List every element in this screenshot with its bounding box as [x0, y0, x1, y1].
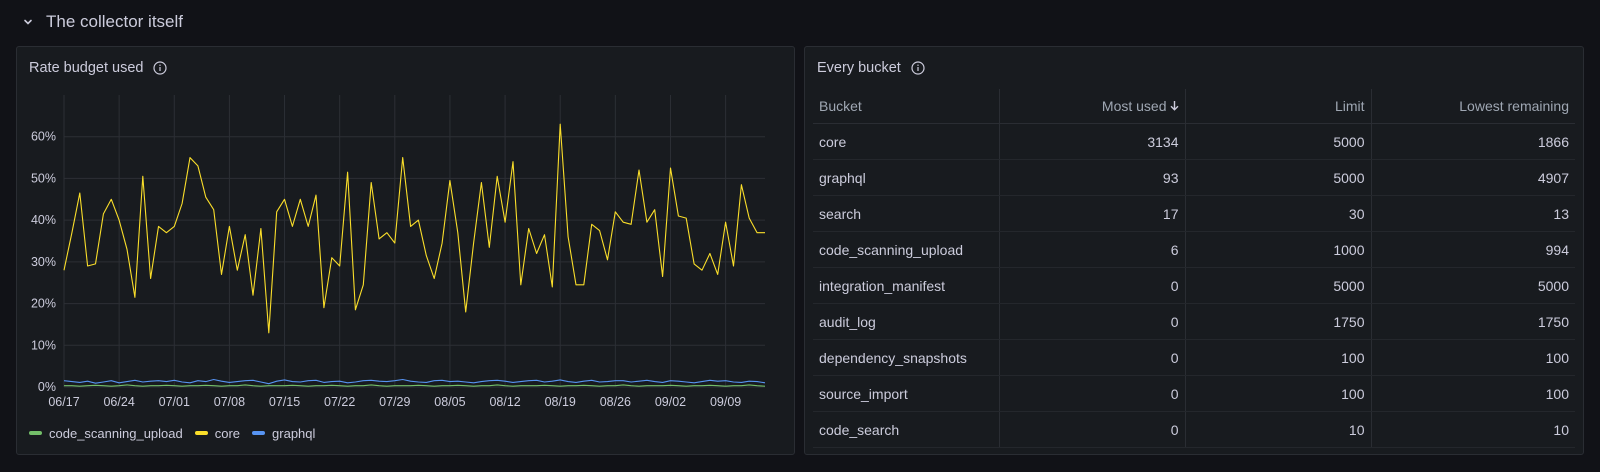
cell-bucket: core [813, 123, 999, 160]
table-row[interactable]: code_scanning_upload 6 1000 994 [813, 231, 1575, 268]
y-tick-label: 40% [31, 213, 56, 227]
cell-limit: 100 [1184, 375, 1371, 412]
cell-bucket: integration_manifest [813, 267, 999, 304]
table-row[interactable]: code_search 0 10 10 [813, 411, 1575, 448]
y-tick-label: 10% [31, 338, 56, 352]
cell-lowest-remaining: 100 [1370, 339, 1575, 376]
x-tick-label: 08/26 [600, 395, 631, 409]
x-tick-label: 07/15 [269, 395, 300, 409]
cell-most-used: 0 [998, 339, 1185, 376]
table-body: core 3134 5000 1866 graphql 93 5000 4907 search 1… [813, 123, 1575, 448]
legend-label: code_scanning_upload [49, 425, 183, 441]
panel-header: Every bucket [817, 58, 925, 78]
x-tick-label: 07/29 [379, 395, 410, 409]
chevron-down-icon[interactable] [22, 16, 34, 28]
cell-limit: 10 [1184, 411, 1371, 448]
cell-lowest-remaining: 10 [1370, 411, 1575, 448]
row-title: The collector itself [46, 12, 183, 31]
table-row[interactable]: audit_log 0 1750 1750 [813, 303, 1575, 340]
cell-lowest-remaining: 4907 [1370, 159, 1575, 196]
cell-most-used: 0 [998, 303, 1185, 340]
cell-lowest-remaining: 994 [1370, 231, 1575, 268]
arrow-down-icon [1170, 100, 1179, 114]
table-row[interactable]: graphql 93 5000 4907 [813, 159, 1575, 196]
x-tick-label: 09/02 [655, 395, 686, 409]
bucket-table: Bucket Most used Limit Lowest remaining … [813, 89, 1575, 448]
cell-most-used: 0 [998, 411, 1185, 448]
series-line-graphql[interactable] [63, 378, 766, 385]
series-line-code-scanning-upload[interactable] [64, 384, 766, 387]
cell-limit: 1750 [1184, 303, 1371, 340]
cell-most-used: 17 [998, 195, 1185, 232]
x-tick-label: 06/17 [48, 395, 79, 409]
legend-swatch [29, 431, 42, 435]
cell-bucket: audit_log [813, 303, 999, 340]
legend-swatch [194, 431, 208, 435]
table-row[interactable]: core 3134 5000 1866 [813, 123, 1575, 160]
every-bucket-panel[interactable]: Every bucket Bucket Most used Limit Lowe… [804, 46, 1584, 455]
x-tick-label: 07/22 [324, 395, 355, 409]
x-tick-label: 08/12 [489, 395, 520, 409]
cell-lowest-remaining: 1750 [1370, 303, 1575, 340]
cell-limit: 30 [1184, 195, 1371, 232]
table-row[interactable]: search 17 30 13 [813, 195, 1575, 232]
table-row[interactable]: dependency_snapshots 0 100 100 [813, 339, 1575, 376]
cell-bucket: search [813, 195, 999, 232]
cell-most-used: 3134 [998, 123, 1185, 160]
row-header-collector[interactable]: The collector itself [22, 9, 183, 35]
chart-legend: code_scanning_upload core graphql [29, 425, 315, 441]
legend-item-code-scanning-upload[interactable]: code_scanning_upload [29, 426, 183, 441]
table-header-row: Bucket Most used Limit Lowest remaining [813, 89, 1575, 124]
legend-label: core [214, 425, 241, 441]
x-tick-label: 08/19 [545, 395, 576, 409]
column-header-bucket[interactable]: Bucket [813, 89, 999, 124]
cell-limit: 100 [1184, 339, 1371, 376]
cell-limit: 5000 [1184, 123, 1371, 160]
rate-budget-panel[interactable]: Rate budget used 0% 10% 20% 30% 40% 50% 60% 06/… [16, 46, 795, 455]
table-row[interactable]: source_import 0 100 100 [813, 375, 1575, 412]
column-header-most-used[interactable]: Most used [998, 89, 1185, 124]
column-header-limit[interactable]: Limit [1184, 89, 1371, 124]
cell-lowest-remaining: 100 [1370, 375, 1575, 412]
cell-lowest-remaining: 5000 [1370, 267, 1575, 304]
y-tick-label: 0% [38, 380, 56, 394]
panel-title: Every bucket [817, 60, 901, 76]
cell-limit: 1000 [1184, 231, 1371, 268]
info-icon[interactable] [911, 61, 925, 75]
cell-lowest-remaining: 1866 [1370, 123, 1575, 160]
cell-bucket: dependency_snapshots [813, 339, 999, 376]
cell-bucket: graphql [813, 159, 999, 196]
cell-most-used: 0 [998, 267, 1185, 304]
y-tick-label: 50% [31, 171, 56, 185]
table-row[interactable]: integration_manifest 0 5000 5000 [813, 267, 1575, 304]
x-tick-label: 07/01 [159, 395, 190, 409]
x-tick-label: 09/09 [710, 395, 741, 409]
cell-limit: 5000 [1184, 267, 1371, 304]
cell-lowest-remaining: 13 [1370, 195, 1575, 232]
legend-item-graphql[interactable]: graphql [252, 426, 315, 441]
x-tick-label: 07/08 [214, 395, 245, 409]
legend-item-core[interactable]: core [194, 425, 241, 441]
column-header-lowest-remaining[interactable]: Lowest remaining [1370, 89, 1575, 124]
y-tick-label: 60% [31, 130, 56, 144]
legend-swatch [252, 431, 266, 435]
y-tick-label: 30% [31, 255, 56, 269]
cell-most-used: 93 [998, 159, 1185, 196]
cell-bucket: code_scanning_upload [813, 231, 999, 268]
timeseries-chart[interactable]: 0% 10% 20% 30% 40% 50% 60% 06/17 06/24 07/01 07/08… [17, 47, 796, 417]
cell-most-used: 0 [998, 375, 1185, 412]
series-line-core[interactable] [63, 123, 765, 334]
cell-bucket: source_import [813, 375, 999, 412]
y-tick-label: 20% [31, 297, 56, 311]
x-tick-label: 06/24 [103, 395, 134, 409]
cell-most-used: 6 [998, 231, 1185, 268]
x-tick-label: 08/05 [434, 395, 465, 409]
cell-limit: 5000 [1184, 159, 1371, 196]
cell-bucket: code_search [813, 411, 999, 448]
legend-label: graphql [272, 425, 316, 441]
